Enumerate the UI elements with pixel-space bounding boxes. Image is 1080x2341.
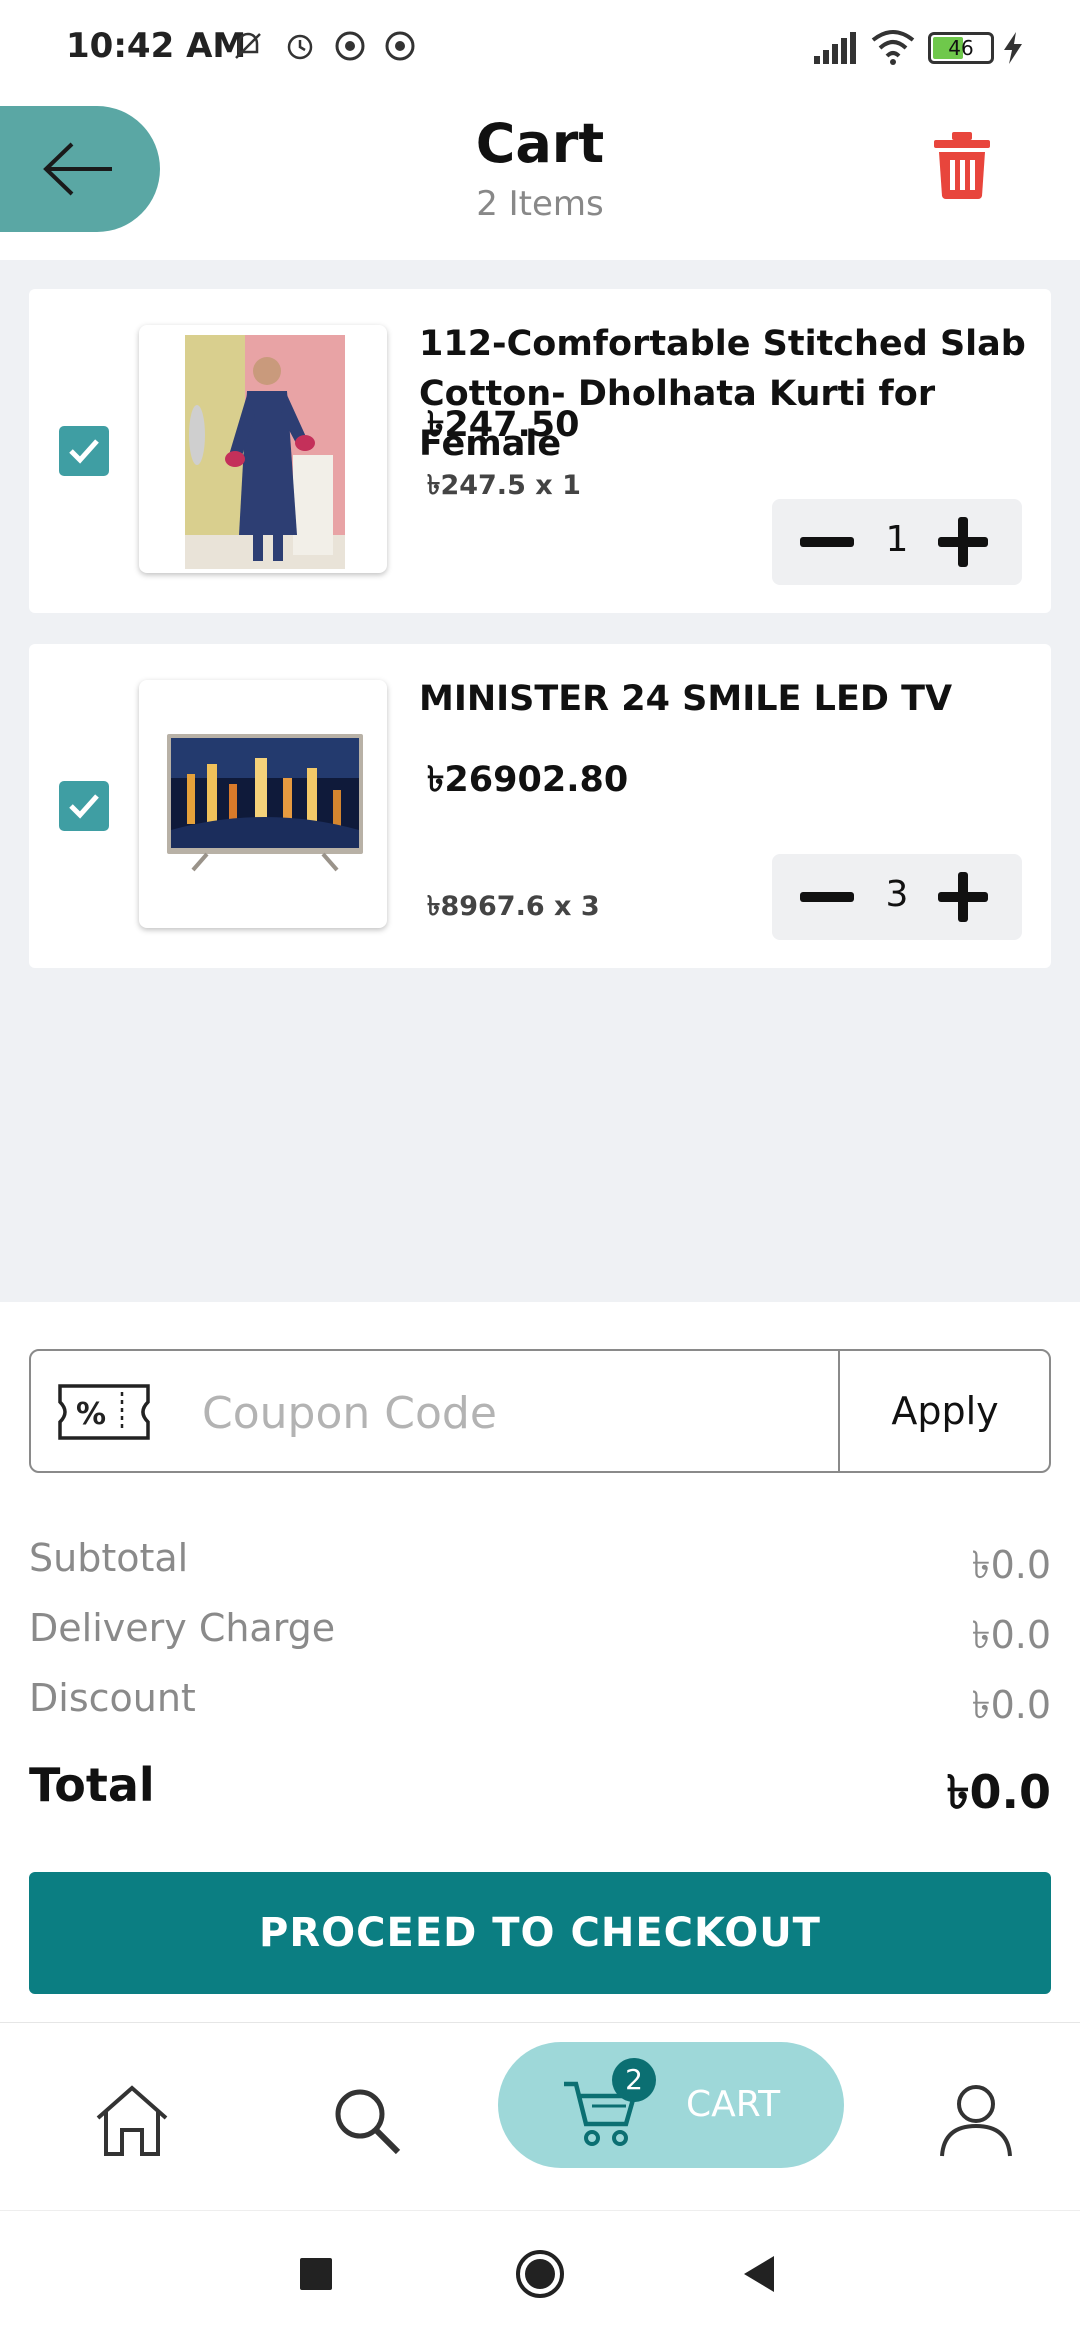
total-value: ৳0.0 (946, 1765, 1051, 1819)
minus-icon (800, 537, 854, 547)
item-price: ৳247.50 (427, 405, 580, 445)
alarm-icon (287, 34, 313, 60)
signal-icon (814, 32, 856, 64)
quantity-value: 1 (885, 519, 909, 560)
quantity-stepper: 1 (772, 499, 1022, 585)
status-bar: 10:42 AM 46 (0, 0, 1080, 100)
discount-label: Discount (29, 1676, 196, 1720)
page-title: Cart (475, 112, 605, 175)
user-icon[interactable] (936, 2080, 1016, 2160)
check-icon (69, 439, 99, 464)
item-checkbox[interactable] (59, 426, 109, 476)
cart-nav-label: CART (686, 2084, 781, 2125)
back-system-button[interactable] (740, 2254, 778, 2294)
svg-text:%: % (76, 1397, 106, 1432)
status-time: 10:42 AM (66, 26, 247, 66)
home-icon[interactable] (92, 2080, 172, 2160)
check-icon (69, 794, 99, 819)
quantity-stepper: 3 (772, 854, 1022, 940)
decrease-qty-button[interactable] (782, 864, 862, 930)
item-checkbox[interactable] (59, 781, 109, 831)
item-price: ৳26902.80 (427, 760, 629, 800)
delivery-label: Delivery Charge (29, 1606, 336, 1650)
delivery-value: ৳0.0 (971, 1613, 1051, 1657)
product-image-tv[interactable] (139, 680, 387, 928)
minus-icon (800, 892, 854, 902)
plus-icon-vertical (958, 517, 968, 567)
item-unit-price: ৳247.5 x 1 (427, 470, 581, 501)
item-unit-price: ৳8967.6 x 3 (427, 891, 600, 922)
kurti-image (185, 335, 345, 569)
item-count: 2 Items (476, 184, 604, 224)
discount-value: ৳0.0 (971, 1683, 1051, 1727)
apply-coupon-button[interactable]: Apply (840, 1349, 1050, 1473)
cart-badge: 2 (612, 2058, 656, 2102)
wifi-icon (871, 30, 915, 65)
plus-icon-vertical (958, 872, 968, 922)
sync-icon (385, 31, 415, 61)
increase-qty-button[interactable] (922, 509, 1002, 575)
cart-item: MINISTER 24 SMILE LED TV ৳26902.80 ৳8967… (29, 644, 1051, 968)
cart-item: 112-Comfortable Stitched Slab Cotton- Dh… (29, 289, 1051, 613)
product-image-kurti[interactable] (139, 325, 387, 573)
trash-icon[interactable] (930, 130, 994, 200)
recents-button[interactable] (300, 2258, 332, 2290)
home-system-button[interactable] (514, 2248, 566, 2300)
battery-icon: 46 (928, 32, 994, 64)
cart-nav-button[interactable] (498, 2042, 844, 2168)
subtotal-value: ৳0.0 (971, 1543, 1051, 1587)
battery-level: 46 (948, 36, 974, 60)
tv-image (167, 734, 363, 872)
total-label: Total (29, 1758, 155, 1812)
coupon-icon: % (58, 1384, 150, 1440)
notifications-muted-icon (235, 32, 261, 59)
data-saver-icon (335, 31, 365, 61)
coupon-input[interactable] (200, 1368, 824, 1458)
increase-qty-button[interactable] (922, 864, 1002, 930)
decrease-qty-button[interactable] (782, 509, 862, 575)
item-name[interactable]: MINISTER 24 SMILE LED TV (419, 674, 1039, 724)
checkout-button[interactable]: PROCEED TO CHECKOUT (29, 1872, 1051, 1994)
subtotal-label: Subtotal (29, 1536, 189, 1580)
search-icon[interactable] (326, 2080, 406, 2160)
charging-icon (1004, 32, 1022, 64)
quantity-value: 3 (885, 874, 909, 915)
